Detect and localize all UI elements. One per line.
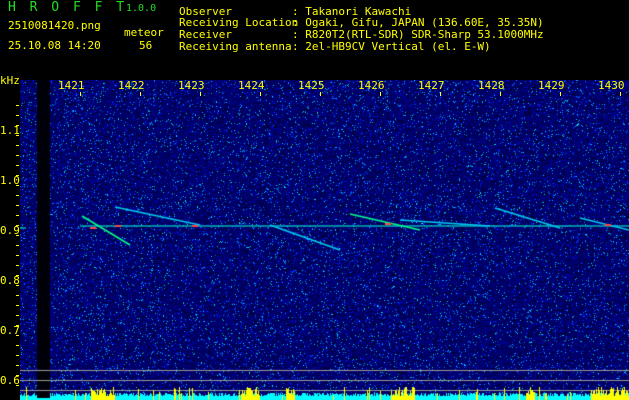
meteor-label: meteor — [124, 26, 164, 39]
y-tick-mark — [16, 365, 19, 366]
y-tick-mark — [16, 375, 19, 376]
file-datetime: 25.10.08 14:20 — [8, 39, 101, 52]
x-tick-label: 1424 — [238, 79, 265, 92]
app-version: 1.0.0 — [126, 3, 157, 14]
file-name: 2510081420.png — [8, 19, 101, 32]
y-tick-mark — [16, 335, 19, 336]
x-tick-label: 1423 — [178, 79, 205, 92]
y-tick-mark — [16, 345, 19, 346]
app-title: H R O F F T — [8, 0, 128, 15]
y-tick-mark — [16, 215, 19, 216]
info-value: 2el-HB9CV Vertical (el. E-W) — [305, 40, 491, 53]
x-tick-mark — [260, 92, 261, 96]
x-tick-mark — [140, 92, 141, 96]
y-tick-mark — [16, 295, 19, 296]
x-tick-label: 1422 — [118, 79, 145, 92]
y-tick-mark — [16, 195, 19, 196]
y-tick-mark — [16, 255, 19, 256]
x-tick-mark — [500, 92, 501, 96]
y-tick-mark — [16, 185, 19, 186]
y-tick-mark — [16, 145, 19, 146]
y-tick-mark — [16, 265, 19, 266]
x-tick-label: 1426 — [358, 79, 385, 92]
y-tick-mark — [16, 225, 19, 226]
x-tick-label: 1427 — [418, 79, 445, 92]
y-tick-mark — [16, 285, 19, 286]
info-label: Receiving antenna — [179, 40, 292, 53]
x-tick-label: 1430 — [598, 79, 625, 92]
y-tick-mark — [16, 245, 19, 246]
y-tick-mark — [16, 135, 19, 136]
x-tick-mark — [380, 92, 381, 96]
y-tick-mark — [16, 175, 19, 176]
y-unit-label: kHz — [0, 74, 20, 87]
meteor-count: 56 — [139, 39, 153, 52]
y-tick-mark — [16, 355, 19, 356]
y-tick-mark — [16, 275, 19, 276]
y-tick-mark — [16, 155, 19, 156]
y-tick-mark — [16, 115, 19, 116]
y-tick-mark — [16, 305, 19, 306]
x-tick-mark — [80, 92, 81, 96]
x-tick-label: 1429 — [538, 79, 565, 92]
y-tick-mark — [16, 165, 19, 166]
y-tick-mark — [16, 385, 19, 386]
y-tick-mark — [16, 235, 19, 236]
y-tick-mark — [16, 325, 19, 326]
x-tick-mark — [560, 92, 561, 96]
y-tick-mark — [16, 315, 19, 316]
x-tick-label: 1428 — [478, 79, 505, 92]
spectrogram — [20, 80, 629, 400]
x-tick-mark — [320, 92, 321, 96]
x-tick-mark — [440, 92, 441, 96]
x-tick-label: 1421 — [58, 79, 85, 92]
x-tick-label: 1425 — [298, 79, 325, 92]
x-tick-mark — [200, 92, 201, 96]
x-tick-mark — [620, 92, 621, 96]
y-tick-mark — [16, 125, 19, 126]
y-tick-mark — [16, 205, 19, 206]
y-tick-mark — [16, 105, 19, 106]
